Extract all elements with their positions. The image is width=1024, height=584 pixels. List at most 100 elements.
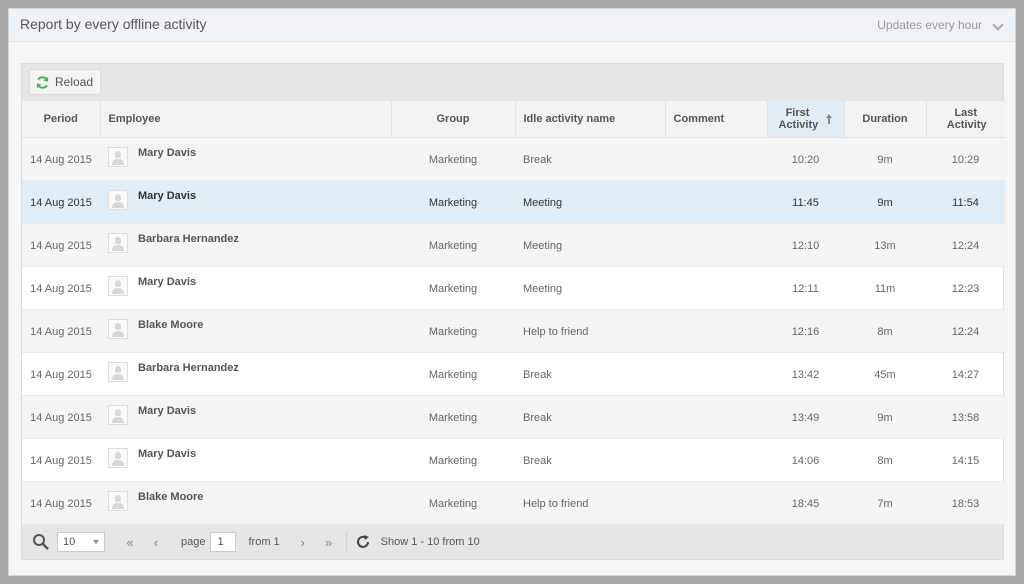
- cell-last-activity: 12:24: [926, 223, 1005, 267]
- cell-employee: Mary Davis: [100, 137, 391, 181]
- avatar-icon: [108, 276, 128, 296]
- col-duration[interactable]: Duration: [844, 101, 927, 138]
- table-row[interactable]: 14 Aug 2015 Mary Davis Marketing Break 13:49…: [22, 395, 1005, 439]
- avatar-icon: [108, 190, 128, 210]
- next-page-icon[interactable]: ›: [294, 533, 312, 551]
- cell-duration: 7m: [844, 481, 926, 525]
- cell-idle-activity: Meeting: [515, 266, 665, 310]
- panel-header[interactable]: Report by every offline activity Updates…: [9, 9, 1015, 42]
- cell-duration: 45m: [844, 352, 926, 396]
- table-row[interactable]: 14 Aug 2015 Barbara Hernandez Marketing Mee…: [22, 223, 1005, 267]
- col-idle-activity[interactable]: Idle activity name: [515, 101, 666, 138]
- cell-duration: 9m: [844, 137, 926, 181]
- first-page-icon[interactable]: «: [121, 533, 139, 551]
- cell-idle-activity: Break: [515, 438, 665, 482]
- page-size-select[interactable]: 10: [57, 532, 105, 552]
- employee-name: Barbara Hernandez: [138, 362, 239, 374]
- employee-info: Blake Moore: [108, 319, 391, 339]
- cell-period: 14 Aug 2015: [22, 309, 100, 353]
- cell-duration: 8m: [844, 309, 926, 353]
- cell-duration: 8m: [844, 438, 926, 482]
- page-input[interactable]: 1: [210, 532, 237, 552]
- refresh-icon[interactable]: [355, 534, 371, 550]
- avatar-icon: [108, 491, 128, 511]
- table-row[interactable]: 14 Aug 2015 Blake Moore Marketing Help to f…: [22, 309, 1005, 353]
- table-row[interactable]: 14 Aug 2015 Mary Davis Marketing Break 14:06…: [22, 438, 1005, 482]
- sort-ascending-icon: [825, 113, 832, 124]
- cell-comment: [665, 309, 767, 353]
- employee-name: Blake Moore: [138, 319, 204, 331]
- last-page-icon[interactable]: »: [320, 533, 338, 551]
- cell-comment: [665, 438, 767, 482]
- col-last-activity[interactable]: Last Activity: [926, 101, 1005, 138]
- employee-info: Mary Davis: [108, 405, 391, 425]
- cell-period: 14 Aug 2015: [22, 266, 100, 310]
- cell-group: Marketing: [391, 481, 515, 525]
- employee-info: Mary Davis: [108, 276, 391, 296]
- cell-employee: Mary Davis: [100, 266, 391, 310]
- col-first-activity[interactable]: First Activity: [767, 101, 845, 138]
- table-row[interactable]: 14 Aug 2015 Mary Davis Marketing Break 10:20…: [22, 137, 1005, 181]
- employee-info: Mary Davis: [108, 190, 391, 210]
- avatar-icon: [108, 233, 128, 253]
- col-comment[interactable]: Comment: [665, 101, 768, 138]
- table-row[interactable]: 14 Aug 2015 Blake Moore Marketing Help to f…: [22, 481, 1005, 525]
- table-row[interactable]: 14 Aug 2015 Mary Davis Marketing Meeting 12:…: [22, 266, 1005, 310]
- cell-group: Marketing: [391, 180, 515, 224]
- employee-name: Mary Davis: [138, 190, 197, 202]
- cell-last-activity: 10:29: [926, 137, 1005, 181]
- prev-page-icon[interactable]: ‹: [147, 533, 165, 551]
- employee-name: Blake Moore: [138, 491, 204, 503]
- cell-period: 14 Aug 2015: [22, 223, 100, 267]
- pagination-bar: 10 « ‹ page 1 from 1 › » Show 1 - 10 fro…: [22, 525, 1003, 559]
- cell-comment: [665, 223, 767, 267]
- cell-last-activity: 12:23: [926, 266, 1005, 310]
- employee-name: Mary Davis: [138, 276, 197, 288]
- cell-idle-activity: Break: [515, 352, 665, 396]
- cell-duration: 9m: [844, 395, 926, 439]
- employee-info: Barbara Hernandez: [108, 362, 391, 382]
- reload-button[interactable]: Reload: [29, 69, 101, 95]
- cell-first-activity: 10:20: [767, 137, 844, 181]
- col-last-activity-label: Last Activity: [946, 106, 987, 131]
- col-period[interactable]: Period: [22, 101, 101, 138]
- cell-idle-activity: Break: [515, 395, 665, 439]
- panel-title: Report by every offline activity: [20, 16, 207, 32]
- col-group[interactable]: Group: [391, 101, 516, 138]
- cell-first-activity: 12:11: [767, 266, 844, 310]
- employee-name: Mary Davis: [138, 448, 197, 460]
- cell-employee: Barbara Hernandez: [100, 223, 391, 267]
- cell-employee: Mary Davis: [100, 438, 391, 482]
- table-row[interactable]: 14 Aug 2015 Barbara Hernandez Marketing Bre…: [22, 352, 1005, 396]
- search-icon[interactable]: [32, 533, 50, 551]
- cell-last-activity: 11:54: [926, 180, 1005, 224]
- employee-name: Mary Davis: [138, 405, 197, 417]
- col-employee[interactable]: Employee: [100, 101, 392, 138]
- cell-period: 14 Aug 2015: [22, 352, 100, 396]
- cell-idle-activity: Help to friend: [515, 309, 665, 353]
- col-first-activity-label: First Activity: [778, 106, 819, 131]
- cell-period: 14 Aug 2015: [22, 481, 100, 525]
- table-row[interactable]: 14 Aug 2015 Mary Davis Marketing Meeting 11:…: [22, 180, 1005, 224]
- cell-idle-activity: Help to friend: [515, 481, 665, 525]
- avatar-icon: [108, 405, 128, 425]
- report-table: Period Employee Group Idle activity name…: [22, 101, 1005, 525]
- page-size-value: 10: [63, 536, 76, 548]
- cell-idle-activity: Meeting: [515, 180, 665, 224]
- cell-first-activity: 18:45: [767, 481, 844, 525]
- cell-duration: 9m: [844, 180, 926, 224]
- cell-group: Marketing: [391, 266, 515, 310]
- cell-group: Marketing: [391, 223, 515, 267]
- cell-last-activity: 13:58: [926, 395, 1005, 439]
- cell-duration: 13m: [844, 223, 926, 267]
- cell-period: 14 Aug 2015: [22, 438, 100, 482]
- update-frequency: Updates every hour: [877, 18, 982, 32]
- chevron-down-icon[interactable]: [992, 19, 1004, 31]
- report-grid: Reload Period Employee Group Idle activi…: [21, 63, 1005, 560]
- cell-employee: Blake Moore: [100, 481, 391, 525]
- cell-first-activity: 12:10: [767, 223, 844, 267]
- cell-first-activity: 13:42: [767, 352, 844, 396]
- employee-info: Mary Davis: [108, 147, 391, 167]
- avatar-icon: [108, 362, 128, 382]
- table-header: Period Employee Group Idle activity name…: [22, 101, 1005, 138]
